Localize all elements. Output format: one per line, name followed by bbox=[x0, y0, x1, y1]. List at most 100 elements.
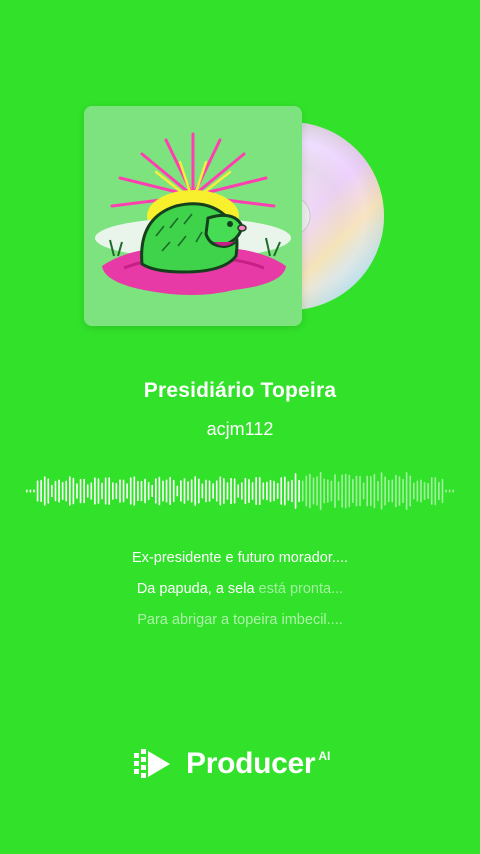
waveform-bar bbox=[323, 478, 326, 504]
waveform-bar bbox=[337, 481, 340, 501]
waveform-bar bbox=[373, 473, 376, 509]
waveform-bar bbox=[370, 475, 372, 507]
waveform-bar bbox=[413, 482, 415, 500]
waveform-bar bbox=[348, 474, 351, 508]
producer-logo-icon bbox=[134, 749, 170, 778]
waveform-bar bbox=[251, 482, 254, 500]
waveform-bar bbox=[438, 481, 440, 501]
waveform-bar bbox=[54, 480, 57, 502]
waveform-bar bbox=[445, 489, 447, 493]
waveform-bar bbox=[223, 478, 225, 504]
album-cover bbox=[84, 106, 302, 326]
waveform-bar bbox=[104, 477, 107, 505]
waveform-bar bbox=[43, 476, 46, 506]
waveform-bar bbox=[344, 473, 347, 509]
waveform-bar bbox=[147, 481, 150, 501]
waveform-bar bbox=[294, 473, 297, 509]
lyric-line-3: Para abrigar a topeira imbecil.... bbox=[137, 612, 343, 628]
artist-name[interactable]: acjm112 bbox=[0, 419, 480, 440]
waveform-bar bbox=[452, 489, 455, 493]
waveform-bar bbox=[162, 480, 164, 502]
waveform-bar bbox=[26, 489, 28, 493]
waveform-bar bbox=[301, 480, 304, 502]
waveform-bar bbox=[298, 479, 300, 503]
mole-illustration bbox=[84, 106, 302, 326]
brand-suffix: AI bbox=[318, 749, 331, 763]
waveform-bar bbox=[47, 478, 50, 504]
waveform-bar bbox=[362, 482, 365, 500]
waveform-bar bbox=[219, 476, 222, 506]
waveform-bar bbox=[448, 489, 451, 493]
waveform-bar bbox=[86, 484, 89, 498]
waveform-bar bbox=[140, 480, 143, 502]
waveform-bar bbox=[423, 481, 426, 501]
waveform-bar bbox=[395, 474, 397, 508]
waveform-bar bbox=[427, 482, 429, 500]
waveform-bar bbox=[269, 479, 272, 503]
waveform-bar bbox=[198, 478, 200, 504]
brand-name: Producer bbox=[186, 747, 316, 780]
waveform-bar bbox=[144, 478, 146, 504]
waveform-bar bbox=[90, 482, 93, 500]
waveform-bar bbox=[284, 476, 286, 506]
waveform-bar bbox=[384, 476, 386, 506]
waveform-bar bbox=[190, 479, 193, 503]
waveform-bar bbox=[69, 476, 71, 506]
waveform-bar bbox=[76, 483, 78, 499]
waveform-bar bbox=[341, 474, 343, 508]
waveform-bar bbox=[430, 477, 433, 505]
waveform-bar bbox=[334, 474, 336, 508]
waveform-bar bbox=[280, 477, 283, 505]
waveform-bar bbox=[133, 476, 136, 506]
waveform-bar bbox=[233, 478, 236, 504]
waveform-bar bbox=[172, 479, 175, 503]
producer-ai-logo: Producer AI bbox=[134, 744, 354, 784]
album-art-group bbox=[84, 106, 384, 328]
waveform-bar bbox=[355, 475, 358, 507]
waveform-bar bbox=[83, 478, 85, 504]
waveform-bar bbox=[97, 478, 100, 504]
waveform-bar bbox=[51, 484, 53, 498]
waveform-bar bbox=[327, 479, 329, 503]
song-title: Presidiário Topeira bbox=[143, 379, 337, 402]
waveform-bar bbox=[276, 483, 279, 499]
waveform-bar bbox=[416, 480, 419, 502]
waveform-bar bbox=[29, 489, 32, 493]
waveform-bar bbox=[108, 477, 111, 505]
waveform-bar bbox=[352, 478, 354, 504]
waveform-bar bbox=[255, 476, 257, 506]
waveform-bar bbox=[409, 475, 412, 507]
waveform-bar bbox=[94, 477, 96, 505]
waveform-bar bbox=[65, 480, 68, 502]
waveform-bar bbox=[319, 471, 322, 511]
waveform-bar bbox=[169, 476, 171, 506]
waveform-bar bbox=[58, 479, 60, 503]
waveform-bar bbox=[287, 481, 290, 501]
waveform-bar bbox=[244, 477, 247, 505]
waveform-bar bbox=[40, 479, 42, 503]
waveform-bar bbox=[165, 479, 168, 503]
waveform-bar bbox=[194, 476, 197, 506]
audio-waveform[interactable] bbox=[26, 466, 456, 516]
waveform-bar bbox=[122, 479, 125, 503]
waveform-bar bbox=[402, 478, 404, 504]
waveform-bar bbox=[305, 475, 308, 507]
waveform-bar bbox=[176, 485, 179, 497]
waveform-bar bbox=[266, 481, 268, 501]
waveform-bar bbox=[230, 477, 232, 505]
waveform-bar bbox=[158, 476, 161, 506]
waveform-bar bbox=[377, 480, 379, 502]
waveform-bar bbox=[237, 484, 240, 498]
waveform-bar bbox=[420, 479, 422, 503]
waveform-bar bbox=[183, 478, 186, 504]
lyric-line-2: Da papuda, a sela está pronta... bbox=[0, 579, 480, 610]
waveform-bar bbox=[115, 482, 118, 500]
waveform-bar bbox=[205, 479, 207, 503]
waveform-bar bbox=[387, 479, 390, 503]
waveform-bar bbox=[273, 480, 275, 502]
waveform-bar bbox=[226, 482, 229, 500]
waveform-bar bbox=[359, 475, 361, 507]
lyric-line-2-sung: Da papuda, a sela bbox=[136, 581, 255, 597]
waveform-bar bbox=[36, 480, 39, 502]
waveform-bar bbox=[187, 481, 189, 501]
